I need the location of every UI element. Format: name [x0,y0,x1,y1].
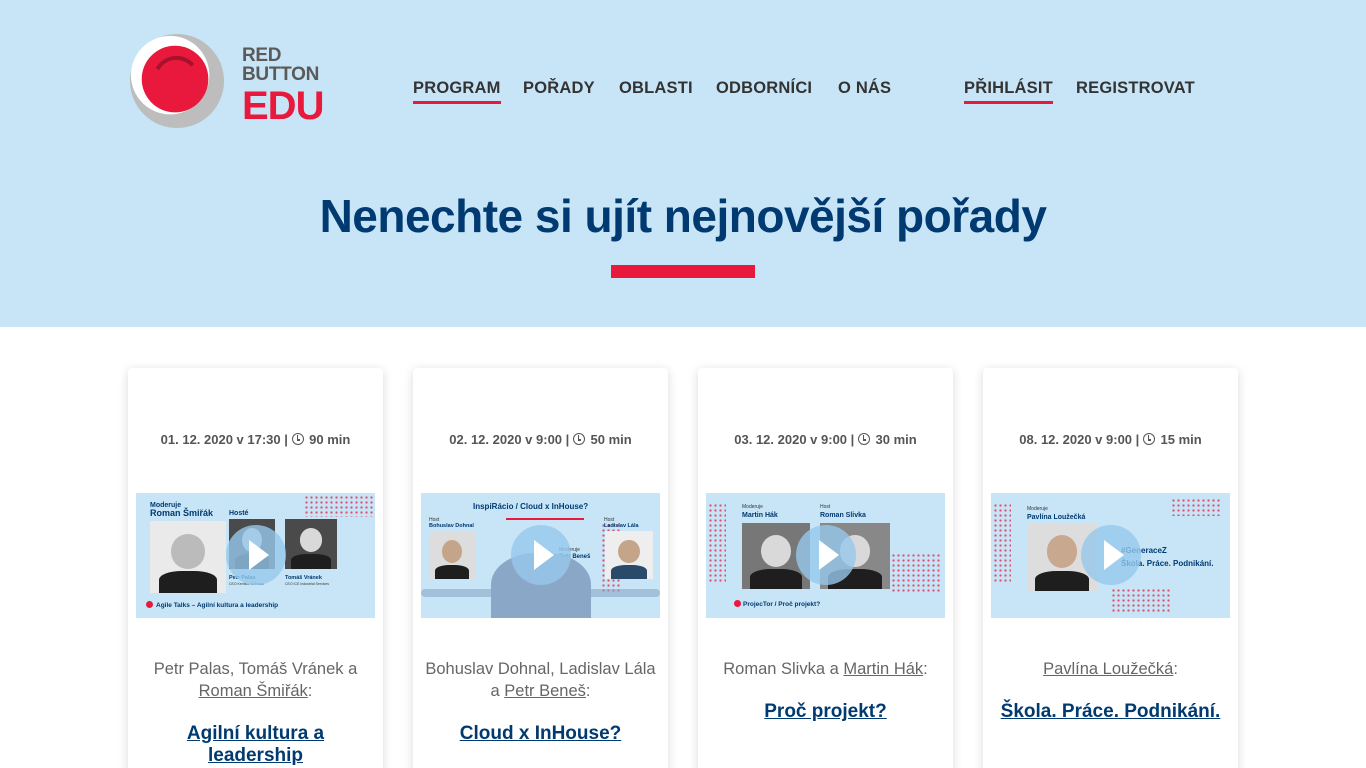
thumb-heading: InspiRácio / Cloud x InHouse? [473,502,589,511]
thumb-moderator-label: Moderuje [1027,506,1048,512]
nav-register[interactable]: REGISTROVAT [1076,78,1195,98]
dot-pattern [1111,588,1171,613]
episode-thumbnail[interactable]: Moderuje Martin Hák Host Roman Slivka Pr… [706,493,945,618]
moderator-photo [150,521,226,593]
episode-thumbnail[interactable]: Moderuje Roman Šmiřák Hosté Petr Palas C… [136,493,375,618]
episode-card: 03. 12. 2020 v 9:00 | 30 min Moderuje Ma… [698,368,953,768]
play-icon[interactable] [511,525,571,585]
play-icon[interactable] [226,525,286,585]
episode-meta: 08. 12. 2020 v 9:00 | 15 min [1019,432,1202,447]
guest2-photo [285,519,337,569]
nav-program[interactable]: PROGRAM [413,78,501,104]
dot-pattern [708,503,726,583]
speaker-link[interactable]: Roman Šmiřák [199,682,308,700]
nav-oblasti[interactable]: OBLASTI [619,78,693,98]
thumb-footer: ProjecTor / Proč projekt? [743,601,821,608]
logo-line-red: RED [242,45,282,66]
clock-icon [1142,433,1155,445]
episode-date: 02. 12. 2020 v 9:00 [449,432,563,447]
dot-pattern [304,495,374,517]
logo[interactable]: RED BUTTON EDU [128,32,338,132]
play-icon[interactable] [796,525,856,585]
episode-title-link[interactable]: Cloud x InHouse? [423,723,658,745]
thumb-guests-label: Hosté [229,510,249,517]
nav-porady[interactable]: POŘADY [523,78,595,98]
speakers-names: Petr Palas, Tomáš Vránek a [153,660,358,678]
episode-card: 01. 12. 2020 v 17:30 | 90 min Moderuje R… [128,368,383,768]
episode-card: 08. 12. 2020 v 9:00 | 15 min Moderuje Pa… [983,368,1238,768]
nav-o-nas[interactable]: O NÁS [838,78,891,98]
episode-thumbnail[interactable]: Moderuje Pavlína Loužečká #GeneraceZ Ško… [991,493,1230,618]
episode-title-link[interactable]: Agilní kultura a leadership [138,723,373,767]
clock-icon [572,433,585,445]
logo-mark-icon [129,33,225,129]
episode-meta: 02. 12. 2020 v 9:00 | 50 min [449,432,632,447]
speaker-link[interactable]: Petr Beneš [504,682,586,700]
host2-photo [605,531,653,579]
dot-pattern [1171,498,1221,516]
logo-text: RED BUTTON EDU [242,45,324,128]
thumb-moderator: Roman Šmiřák [150,508,214,518]
episode-card: 02. 12. 2020 v 9:00 | 50 min InspiRácio … [413,368,668,768]
thumb-host1: Bohuslav Dohnal [429,523,474,529]
nav-login[interactable]: PŘIHLÁSIT [964,78,1053,104]
episode-date: 03. 12. 2020 v 9:00 [734,432,848,447]
episode-thumbnail[interactable]: InspiRácio / Cloud x InHouse? Host Bohus… [421,493,660,618]
speaker-link[interactable]: Martin Hák [843,660,923,678]
thumb-host2: Ladislav Lála [604,523,639,529]
nav-odbornici[interactable]: ODBORNÍCI [716,78,812,98]
episode-duration: 90 min [309,432,351,447]
episode-date: 08. 12. 2020 v 9:00 [1019,432,1133,447]
episode-duration: 30 min [875,432,917,447]
red-dot-icon [734,600,741,607]
episode-meta: 03. 12. 2020 v 9:00 | 30 min [734,432,917,447]
title-underline [611,265,755,278]
dot-pattern [891,553,941,593]
clock-icon [857,433,870,445]
logo-line-edu: EDU [242,84,324,128]
play-icon[interactable] [1081,525,1141,585]
episode-date: 01. 12. 2020 v 17:30 [160,432,281,447]
thumb-host: Roman Slivka [820,512,866,519]
episode-speakers: Roman Slivka a Martin Hák: [723,660,928,678]
episode-meta: 01. 12. 2020 v 17:30 | 90 min [160,432,351,447]
red-dot-icon [146,601,153,608]
thumb-moderator: Pavlína Loužečká [1027,514,1086,521]
thumb-host-label: Host [820,504,831,510]
episode-duration: 15 min [1160,432,1202,447]
clock-icon [291,433,304,445]
episode-speakers: Petr Palas, Tomáš Vránek a Roman Šmiřák: [153,660,358,700]
thumb-moderator: Martin Hák [742,512,778,519]
episode-duration: 50 min [590,432,632,447]
page-title: Nenechte si ujít nejnovější pořady [319,190,1047,242]
dot-pattern [993,503,1011,583]
episode-speakers: Bohuslav Dohnal, Ladislav Lála a Petr Be… [425,660,656,700]
speaker-link[interactable]: Pavlína Loužečká [1043,660,1173,678]
episode-title-link[interactable]: Proč projekt? [708,701,943,723]
thumb-guest2-role: CEO ICE Industrial Services [285,582,329,586]
thumb-footer: Agile Talks – Agilní kultura a leadershi… [156,602,279,609]
speakers-names: Roman Slivka a [723,660,839,678]
heading-rule [506,518,584,520]
episode-title-link[interactable]: Škola. Práce. Podnikání. [993,701,1228,723]
presenter-arms [421,589,660,597]
host1-photo [429,531,475,579]
logo-line-button: BUTTON [242,64,320,85]
thumb-moderator-label: Moderuje [742,504,763,510]
episode-speakers: Pavlína Loužečká: [1043,660,1178,678]
